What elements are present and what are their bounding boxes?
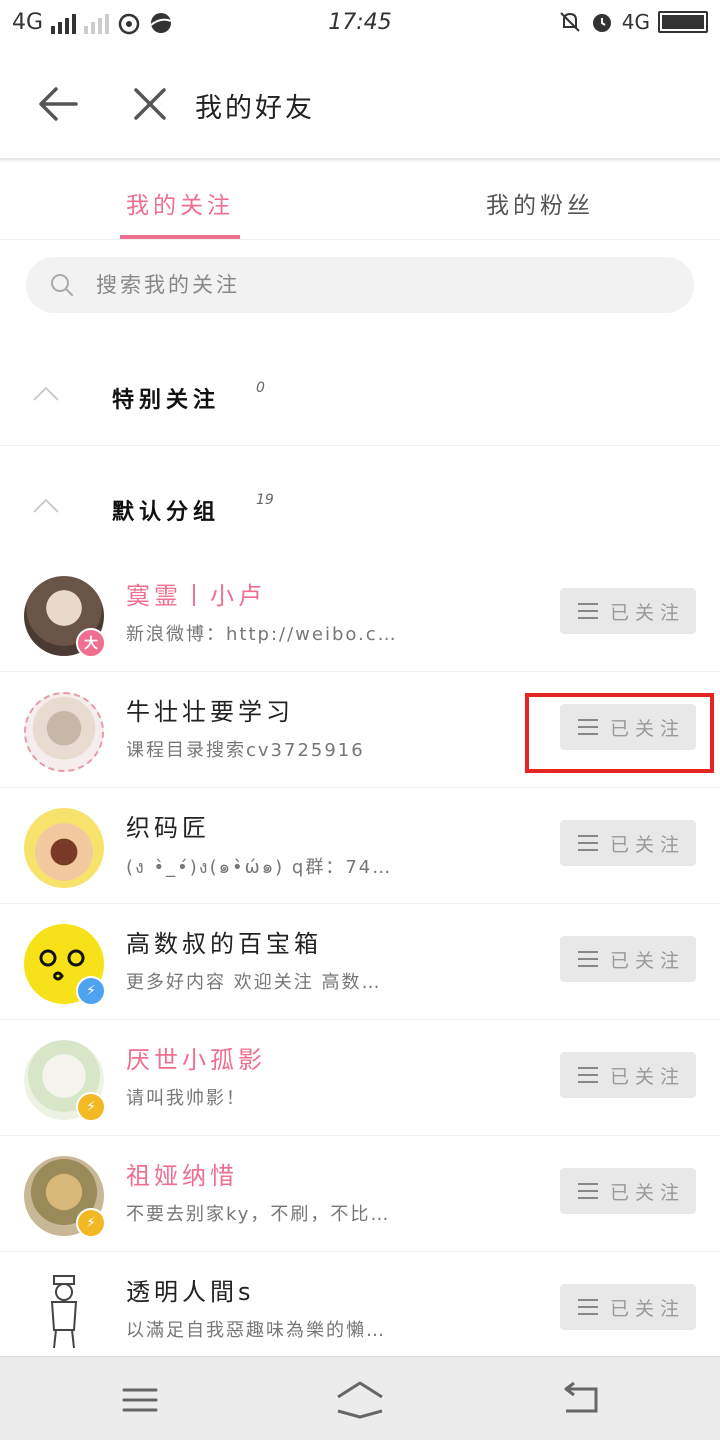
rank-badge: 大 [76,628,106,658]
status-bar: 4G 17:45 4G [0,0,720,48]
back-icon[interactable] [558,1381,602,1417]
back-arrow-icon[interactable] [36,84,80,124]
user-row[interactable]: 透明人間s 以滿足自我惡趣味為樂的懶… 已关注 [0,1252,720,1368]
search-bar[interactable] [26,257,694,313]
user-row[interactable]: ⚡ 高数叔的百宝箱 更多好内容 欢迎关注 高数… 已关注 [0,904,720,1020]
followed-button[interactable]: 已关注 [560,1052,696,1098]
menu-icon [578,1183,598,1199]
mute-icon [560,12,580,32]
group-default[interactable]: 默认分组 19 [0,448,720,558]
user-description: 新浪微博：http://weibo.c… [126,624,398,645]
battery-icon [658,11,708,33]
avatar[interactable] [24,692,104,772]
group-count: 0 [256,380,265,396]
verified-badge: ⚡ [76,976,106,1006]
followed-button[interactable]: 已关注 [560,1284,696,1330]
close-icon[interactable] [130,84,170,124]
user-name[interactable]: 厌世小孤影 [126,1040,266,1075]
user-row[interactable]: 牛壮壮要学习 课程目录搜索cv3725916 已关注 [0,672,720,788]
user-description: 更多好内容 欢迎关注 高数… [126,972,382,993]
chevron-up-icon [33,386,59,401]
followed-label: 已关注 [610,1297,686,1320]
followed-label: 已关注 [610,601,686,624]
system-nav-bar [0,1356,720,1440]
menu-icon[interactable] [120,1385,160,1415]
user-name[interactable]: 祖娅纳惜 [126,1156,238,1191]
group-count: 19 [256,492,274,508]
user-name[interactable]: 高数叔的百宝箱 [126,924,322,959]
user-name[interactable]: 织码匠 [126,808,210,843]
user-row[interactable]: ⚡ 祖娅纳惜 不要去别家ky，不刷，不比… 已关注 [0,1136,720,1252]
search-input[interactable] [96,257,676,313]
user-row[interactable]: 大 寞霊丨小卢 新浪微博：http://weibo.c… 已关注 [0,556,720,672]
followed-button[interactable]: 已关注 [560,588,696,634]
user-description: 课程目录搜索cv3725916 [126,740,365,761]
alarm-icon [592,14,611,32]
group-name: 特别关注 [112,388,221,413]
tab-fans[interactable]: 我的粉丝 [486,186,594,220]
followed-button[interactable]: 已关注 [560,704,696,750]
followed-label: 已关注 [610,717,686,740]
active-tab-indicator [120,235,240,239]
menu-icon [578,603,598,619]
user-description: 请叫我帅影！ [126,1088,246,1109]
user-row[interactable]: ⚡ 厌世小孤影 请叫我帅影！ 已关注 [0,1020,720,1136]
user-description: (ง •̀_•́)ง(๑•̀ώ๑) q群：74… [126,857,393,878]
followed-label: 已关注 [610,1181,686,1204]
menu-icon [578,835,598,851]
network-right-label: 4G [621,10,650,34]
page-title: 我的好友 [195,93,315,124]
menu-icon [578,1299,598,1315]
user-description: 以滿足自我惡趣味為樂的懶… [126,1320,386,1341]
group-special[interactable]: 特别关注 0 [0,336,720,446]
user-name[interactable]: 牛壮壮要学习 [126,692,294,727]
user-description: 不要去别家ky，不刷，不比… [126,1204,391,1225]
avatar-figure-icon [50,1275,78,1349]
menu-icon [578,951,598,967]
home-icon[interactable] [334,1379,386,1419]
user-name[interactable]: 透明人間s [126,1272,255,1307]
menu-icon [578,1067,598,1083]
user-row[interactable]: 织码匠 (ง •̀_•́)ง(๑•̀ώ๑) q群：74… 已关注 [0,788,720,904]
followed-button[interactable]: 已关注 [560,820,696,866]
followed-label: 已关注 [610,1065,686,1088]
chevron-up-icon [33,498,59,513]
user-name[interactable]: 寞霊丨小卢 [126,576,266,611]
avatar[interactable] [24,808,104,888]
group-name: 默认分组 [112,500,221,525]
tab-following[interactable]: 我的关注 [126,186,234,220]
menu-icon [578,719,598,735]
followed-label: 已关注 [610,833,686,856]
vip-badge: ⚡ [76,1092,106,1122]
avatar[interactable] [24,1272,104,1352]
search-icon [51,274,73,296]
top-bar: 我的好友 [0,48,720,160]
followed-label: 已关注 [610,949,686,972]
followed-button[interactable]: 已关注 [560,1168,696,1214]
status-right: 4G [558,10,708,34]
tab-bar: 我的关注 我的粉丝 [0,162,720,240]
vip-badge: ⚡ [76,1208,106,1238]
followed-button[interactable]: 已关注 [560,936,696,982]
